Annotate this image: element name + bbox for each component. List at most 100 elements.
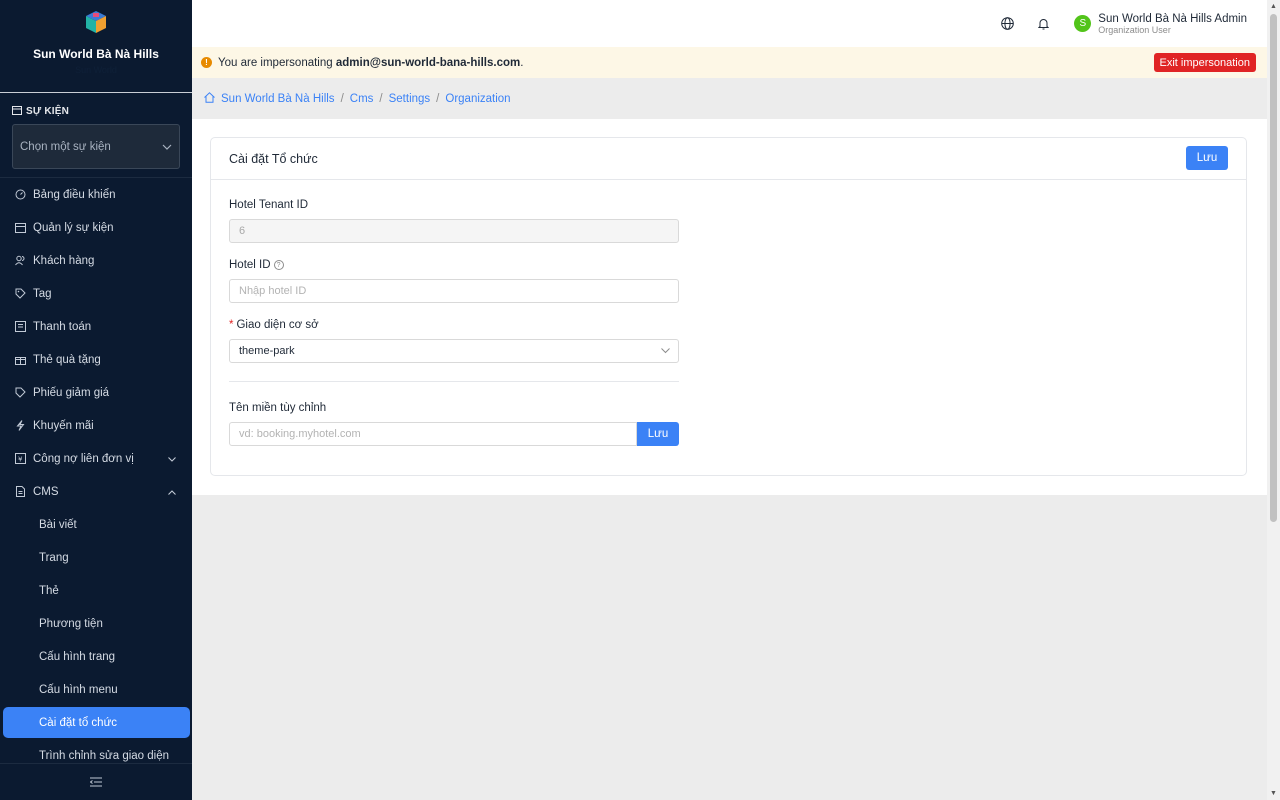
scroll-up-icon[interactable]: ▲ [1270, 3, 1277, 10]
sidebar-item-debt[interactable]: ¥ Công nợ liên đơn vị [0, 442, 192, 475]
impersonation-banner: ! You are impersonating admin@sun-world-… [192, 47, 1267, 78]
calendar-small-icon [12, 105, 22, 118]
domain-label: Tên miền tùy chỉnh [229, 402, 1246, 414]
scrollbar-thumb[interactable] [1270, 14, 1277, 522]
sidebar-item-payment[interactable]: Thanh toán [0, 310, 192, 343]
bell-icon[interactable] [1036, 17, 1050, 31]
domain-label-text: Tên miền tùy chỉnh [229, 402, 327, 414]
chevron-down-icon [661, 346, 670, 356]
breadcrumb-item[interactable]: Cms [350, 93, 374, 105]
chevron-down-icon [162, 141, 172, 153]
exit-impersonation-button[interactable]: Exit impersonation [1153, 53, 1256, 72]
hotel-id-label-text: Hotel ID [229, 259, 271, 271]
hotel-id-input[interactable]: Nhập hotel ID [229, 279, 679, 303]
warning-icon: ! [201, 57, 212, 68]
cms-icon [15, 486, 26, 497]
theme-select-value: theme-park [239, 345, 295, 357]
payment-icon [15, 321, 26, 332]
sidebar-item-dashboard[interactable]: Bảng điều khiển [0, 178, 192, 211]
svg-text:¥: ¥ [18, 456, 23, 464]
page-scrollbar[interactable]: ▲ ▼ [1267, 0, 1280, 800]
sidebar-item-label: Công nợ liên đơn vị [33, 452, 134, 465]
users-icon [15, 255, 26, 266]
sidebar-subitem-page-config[interactable]: Cấu hình trang [0, 640, 192, 673]
sidebar-item-label: Tag [33, 287, 52, 300]
sidebar-subitem-media[interactable]: Phương tiện [0, 607, 192, 640]
theme-label-text: Giao diện cơ sở [236, 319, 319, 331]
main-content: Cài đặt Tổ chức Lưu Hotel Tenant ID 6 Ho… [192, 119, 1267, 495]
sidebar-item-label: Khách hàng [33, 254, 95, 267]
breadcrumb-separator: / [340, 92, 344, 105]
breadcrumb-item[interactable]: Settings [389, 93, 431, 105]
brand: Sun World Bà Nà Hills Sun World [0, 0, 192, 93]
user-name: Sun World Bà Nà Hills Admin [1098, 12, 1247, 25]
top-header: S Sun World Bà Nà Hills Admin Organizati… [192, 0, 1267, 47]
banner-email: admin@sun-world-bana-hills.com [335, 56, 521, 69]
globe-icon[interactable] [1000, 17, 1014, 31]
chevron-up-icon [168, 487, 176, 497]
sidebar-item-tag[interactable]: Tag [0, 277, 192, 310]
sidebar-item-label: Phiếu giảm giá [33, 386, 110, 399]
hotel-id-label: Hotel ID ? [229, 259, 1246, 271]
save-button[interactable]: Lưu [1186, 146, 1228, 170]
breadcrumb-separator: / [436, 92, 440, 105]
theme-select[interactable]: theme-park [229, 339, 679, 363]
scroll-down-icon[interactable]: ▼ [1270, 790, 1277, 797]
breadcrumb-item[interactable]: Sun World Bà Nà Hills [221, 93, 335, 105]
event-section-header: SỰ KIỆN [0, 93, 192, 118]
card-header: Cài đặt Tổ chức Lưu [211, 138, 1246, 180]
event-section-label: SỰ KIỆN [26, 106, 70, 117]
event-select[interactable]: Chọn một sự kiện [12, 124, 180, 169]
avatar: S [1074, 15, 1092, 32]
collapse-sidebar-button[interactable] [0, 763, 192, 800]
sidebar-nav: Bảng điều khiển Quản lý sự kiện Khách hà… [0, 177, 192, 772]
sidebar-item-label: CMS [33, 485, 59, 498]
user-role: Organization User [1098, 24, 1171, 35]
sidebar-item-cms[interactable]: CMS [0, 475, 192, 508]
brand-subtitle: Sun World [75, 65, 117, 75]
question-circle-icon[interactable]: ? [273, 260, 284, 270]
breadcrumb-item[interactable]: Organization [445, 93, 510, 105]
org-settings-card: Cài đặt Tổ chức Lưu Hotel Tenant ID 6 Ho… [210, 137, 1247, 476]
sidebar-subitem-pages[interactable]: Trang [0, 541, 192, 574]
logo-icon [84, 10, 108, 34]
sidebar-item-coupons[interactable]: Phiếu giảm giá [0, 376, 192, 409]
domain-row: vd: booking.myhotel.com Lưu [229, 422, 679, 446]
tenant-id-label: Hotel Tenant ID [229, 199, 1246, 211]
sidebar-subitem-posts[interactable]: Bài viết [0, 508, 192, 541]
sidebar-item-promotions[interactable]: Khuyến mãi [0, 409, 192, 442]
user-menu[interactable]: S Sun World Bà Nà Hills Admin Organizati… [1074, 13, 1247, 35]
sidebar-item-events[interactable]: Quản lý sự kiện [0, 211, 192, 244]
sidebar-item-label: Thanh toán [33, 320, 92, 333]
sidebar-item-label: Quản lý sự kiện [33, 221, 114, 234]
required-marker: * [229, 319, 234, 331]
tenant-id-field: 6 [229, 219, 679, 243]
breadcrumb-separator: / [379, 92, 383, 105]
breadcrumb: Sun World Bà Nà Hills / Cms / Settings /… [192, 78, 1267, 119]
sidebar-item-customers[interactable]: Khách hàng [0, 244, 192, 277]
event-select-placeholder: Chọn một sự kiện [20, 140, 111, 153]
sidebar-subitem-org-settings[interactable]: Cài đặt tổ chức [3, 707, 190, 738]
domain-save-button[interactable]: Lưu [637, 422, 679, 446]
calendar-icon [15, 222, 26, 233]
sidebar-item-gift-cards[interactable]: Thẻ quà tặng [0, 343, 192, 376]
divider [229, 381, 679, 382]
chevron-down-icon [168, 454, 176, 464]
settings-form: Hotel Tenant ID 6 Hotel ID ? Nhập hotel … [211, 199, 1246, 446]
promo-icon [15, 420, 26, 431]
custom-domain-input[interactable]: vd: booking.myhotel.com [229, 422, 637, 446]
sidebar-subitem-menu-config[interactable]: Cấu hình menu [0, 673, 192, 706]
debt-icon: ¥ [15, 453, 26, 464]
sidebar-item-label: Bảng điều khiển [33, 188, 116, 201]
banner-prefix: You are impersonating [218, 56, 333, 69]
tag-icon [15, 288, 26, 299]
dashboard-icon [15, 189, 26, 200]
sidebar-item-label: Thẻ quà tặng [33, 353, 101, 366]
card-title: Cài đặt Tổ chức [229, 151, 318, 166]
menu-fold-icon [89, 775, 102, 790]
brand-name: Sun World Bà Nà Hills [33, 47, 159, 61]
coupon-icon [15, 387, 26, 398]
home-icon[interactable] [204, 91, 215, 106]
banner-suffix: . [520, 56, 524, 69]
sidebar-subitem-tags[interactable]: Thẻ [0, 574, 192, 607]
